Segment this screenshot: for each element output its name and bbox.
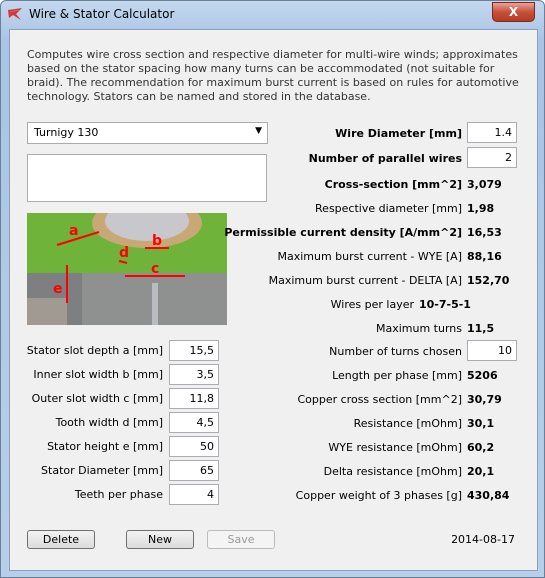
wire-input[interactable]: 1.4	[467, 122, 517, 143]
stator-field-label: Inner slot width b [mm]	[33, 368, 163, 381]
result-value: 20,1	[467, 465, 495, 478]
result-label: Respective diameter [mm]	[315, 202, 462, 215]
stator-field-input[interactable]: 50	[169, 436, 219, 457]
result-value: 16,53	[467, 226, 502, 239]
stator-select[interactable]: Turnigy 130 ▼	[27, 122, 268, 144]
app-icon	[8, 8, 22, 20]
stator-select-value: Turnigy 130	[34, 126, 99, 139]
stator-field-label: Outer slot width c [mm]	[31, 392, 163, 405]
result-label: Copper cross section [mm^2]	[297, 393, 462, 406]
diagram-label-e: e	[53, 281, 63, 297]
result-value: 152,70	[467, 274, 510, 287]
result-value: 30,1	[467, 417, 495, 430]
wire-input-label: Wire Diameter [mm]	[335, 127, 462, 140]
date-label: 2014-08-17	[451, 533, 515, 546]
turns-chosen-label: Number of turns chosen	[329, 345, 462, 358]
save-button[interactable]: Save	[207, 530, 275, 549]
result-value: 10-7-5-1	[419, 298, 471, 311]
result-label: Maximum turns	[375, 322, 462, 335]
stator-field-input[interactable]: 11,8	[169, 388, 219, 409]
diagram-label-a: a	[69, 223, 78, 239]
result-value: 5206	[467, 369, 498, 382]
result-label: Maximum burst current - WYE [A]	[277, 250, 462, 263]
result-value: 60,2	[467, 441, 495, 454]
stator-field-input[interactable]: 4	[169, 484, 219, 505]
chevron-down-icon: ▼	[255, 126, 262, 136]
window-title: Wire & Stator Calculator	[29, 7, 175, 21]
result-label: Permissible current density [A/mm^2]	[224, 226, 462, 239]
stator-field-input[interactable]: 65	[169, 460, 219, 481]
result-label: Maximum burst current - DELTA [A]	[268, 274, 462, 287]
close-button[interactable]: X	[492, 2, 535, 22]
new-button[interactable]: New	[126, 530, 194, 549]
result-value: 430,84	[467, 489, 510, 502]
stator-field-label: Teeth per phase	[74, 488, 163, 501]
diagram-label-b: b	[152, 233, 162, 249]
result-label: Cross-section [mm^2]	[324, 178, 462, 191]
stator-field-label: Stator Diameter [mm]	[41, 464, 163, 477]
stator-field-input[interactable]: 4,5	[169, 412, 219, 433]
stator-field-label: Stator slot depth a [mm]	[26, 344, 163, 357]
wire-input[interactable]: 2	[467, 147, 517, 168]
stator-field-input[interactable]: 15,5	[169, 340, 219, 361]
diagram-label-d: d	[119, 245, 129, 261]
stator-field-label: Stator height e [mm]	[47, 440, 163, 453]
result-label: Copper weight of 3 phases [g]	[295, 489, 462, 502]
wire-input-label: Number of parallel wires	[308, 152, 462, 165]
turns-chosen-input[interactable]: 10	[467, 340, 517, 361]
result-value: 88,16	[467, 250, 502, 263]
result-label: Resistance [mOhm]	[353, 417, 462, 430]
result-value: 30,79	[467, 393, 502, 406]
description-text: Computes wire cross section and respecti…	[27, 48, 519, 103]
stator-diagram-image: a b c d e	[27, 213, 227, 325]
diagram-label-c: c	[151, 261, 159, 277]
delete-button[interactable]: Delete	[27, 530, 95, 549]
result-label: WYE resistance [mOhm]	[328, 441, 462, 454]
result-value: 11,5	[467, 322, 495, 335]
result-value: 3,079	[467, 178, 502, 191]
result-label: Delta resistance [mOhm]	[323, 465, 462, 478]
stator-field-label: Tooth width d [mm]	[55, 416, 163, 429]
result-label: Length per phase [mm]	[332, 369, 462, 382]
notes-textarea[interactable]	[27, 154, 267, 202]
result-value: 1,98	[467, 202, 495, 215]
stator-field-input[interactable]: 3,5	[169, 364, 219, 385]
result-label: Wires per layer	[330, 298, 414, 311]
